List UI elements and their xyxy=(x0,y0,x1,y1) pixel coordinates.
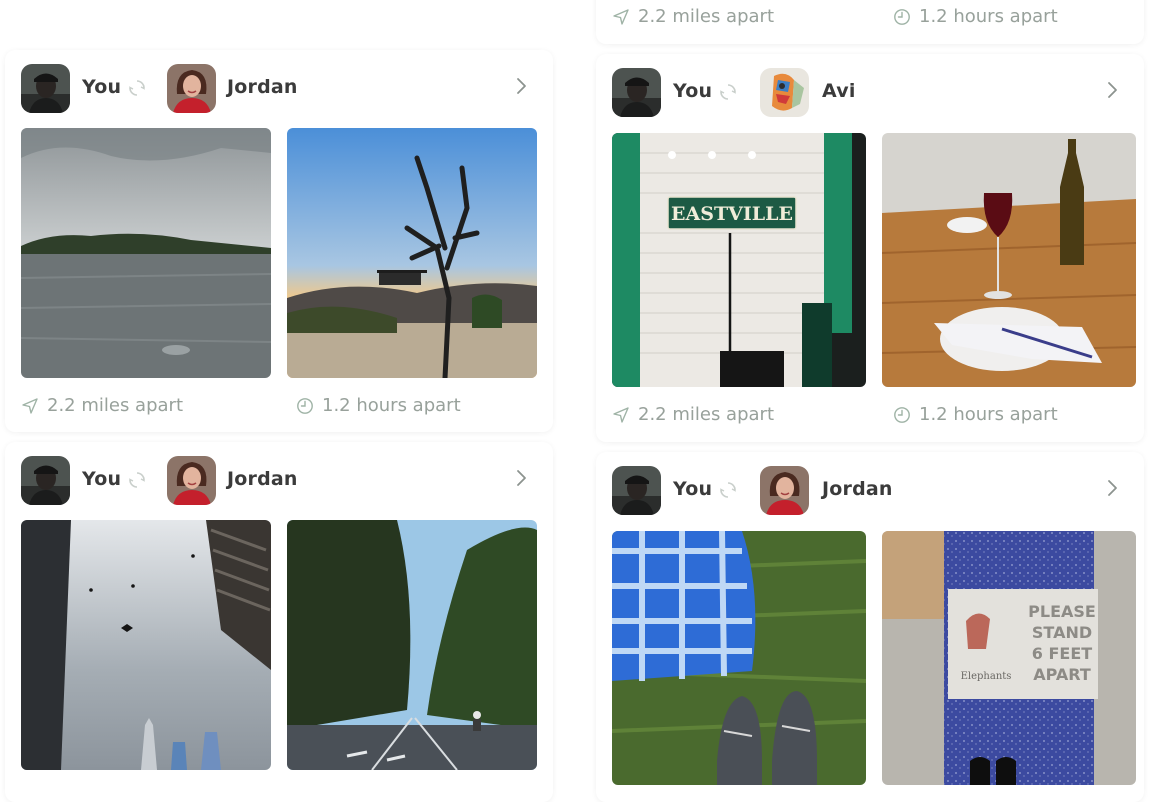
clock-icon xyxy=(893,8,911,26)
card-header: You Jordan xyxy=(612,466,1128,514)
clock-icon xyxy=(893,406,911,424)
distance-text: 2.2 miles apart xyxy=(47,395,184,416)
time-text: 1.2 hours apart xyxy=(322,395,461,416)
navigation-arrow-icon xyxy=(612,8,630,26)
eastville-sign-text: EASTVILLE xyxy=(671,203,793,225)
time-text: 1.2 hours apart xyxy=(919,404,1058,425)
tree-lined-road-photo[interactable] xyxy=(287,520,537,770)
chevron-right-icon[interactable] xyxy=(513,74,531,98)
avatar-you xyxy=(21,64,70,113)
time-text: 1.2 hours apart xyxy=(919,6,1058,27)
partner-name: Avi xyxy=(822,80,856,102)
you-label: You xyxy=(82,468,122,490)
wine-table-photo[interactable] xyxy=(882,133,1136,387)
sign-line: 6 FEET xyxy=(1032,644,1092,663)
partner-name: Jordan xyxy=(227,76,298,98)
memory-card[interactable]: You Avi EASTVILLE 2.2 miles apart 1.2 ho… xyxy=(596,54,1144,442)
avatar-partner xyxy=(167,64,216,113)
time-meta: 1.2 hours apart xyxy=(296,394,526,418)
sync-icon xyxy=(128,471,146,489)
memory-card[interactable]: You Jordan PLEASE STAND 6 FEET APART Ele… xyxy=(596,452,1144,802)
joshua-tree-photo[interactable] xyxy=(287,128,537,378)
sign-line: PLEASE xyxy=(1028,602,1096,621)
card-header: You Jordan xyxy=(21,64,537,112)
lake-photo[interactable] xyxy=(21,128,271,378)
distance-meta: 2.2 miles apart xyxy=(612,403,842,427)
plaid-blanket-photo[interactable] xyxy=(612,531,866,785)
clock-icon xyxy=(296,397,314,415)
you-label: You xyxy=(673,80,713,102)
distance-meta: 2.2 miles apart xyxy=(612,5,832,29)
memory-card[interactable]: You Jordan xyxy=(5,442,553,802)
distance-text: 2.2 miles apart xyxy=(638,6,775,27)
distance-text: 2.2 miles apart xyxy=(638,404,775,425)
distance-meta: 2.2 miles apart xyxy=(21,394,251,418)
partner-name: Jordan xyxy=(227,468,298,490)
partner-name: Jordan xyxy=(822,478,893,500)
sign-line: STAND xyxy=(1032,623,1092,642)
sign-line: APART xyxy=(1033,665,1091,684)
avatar-partner xyxy=(760,466,809,515)
top-card-footer: 2.2 miles apart 1.2 hours apart xyxy=(596,0,1144,44)
sign-brand: Elephants xyxy=(961,671,1012,682)
avatar-you xyxy=(21,456,70,505)
chevron-right-icon[interactable] xyxy=(513,466,531,490)
card-header: You Avi xyxy=(612,68,1128,116)
avatar-partner xyxy=(167,456,216,505)
you-label: You xyxy=(673,478,713,500)
sync-icon xyxy=(719,481,737,499)
eastville-stage-photo[interactable]: EASTVILLE xyxy=(612,133,866,387)
time-meta: 1.2 hours apart xyxy=(893,403,1123,427)
avatar-you xyxy=(612,68,661,117)
sync-icon xyxy=(128,79,146,97)
navigation-arrow-icon xyxy=(21,397,39,415)
chevron-right-icon[interactable] xyxy=(1104,476,1122,500)
time-meta: 1.2 hours apart xyxy=(893,5,1113,29)
memory-card[interactable]: You Jordan 2.2 miles apart 1.2 hours apa… xyxy=(5,50,553,432)
sync-icon xyxy=(719,83,737,101)
navigation-arrow-icon xyxy=(612,406,630,424)
avatar-partner xyxy=(760,68,809,117)
chevron-right-icon[interactable] xyxy=(1104,78,1122,102)
card-header: You Jordan xyxy=(21,456,537,504)
skyscrapers-photo[interactable] xyxy=(21,520,271,770)
sidewalk-sign-photo[interactable]: PLEASE STAND 6 FEET APART Elephants xyxy=(882,531,1136,785)
you-label: You xyxy=(82,76,122,98)
avatar-you xyxy=(612,466,661,515)
